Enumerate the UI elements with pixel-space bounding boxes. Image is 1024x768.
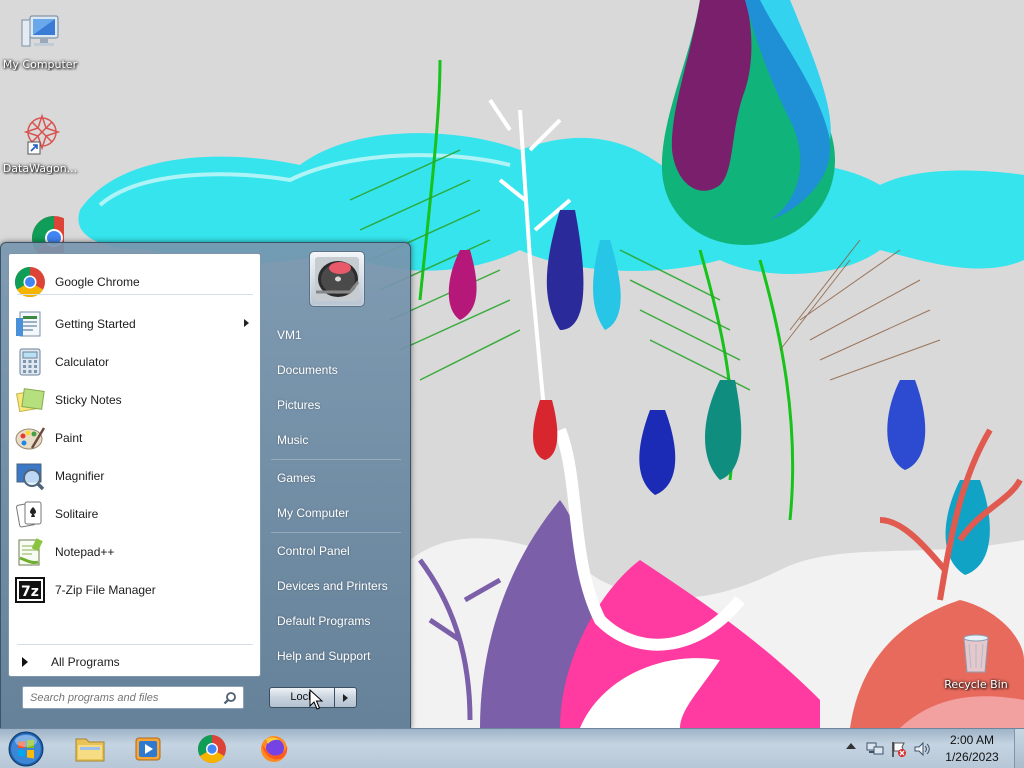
start-menu-programs-pane: Google Chrome Getting Started Calculator…	[8, 253, 261, 677]
start-item-label: 7-Zip File Manager	[55, 583, 156, 597]
taskbar-chrome-button[interactable]	[184, 731, 240, 767]
start-item-calculator[interactable]: Calculator	[12, 344, 257, 380]
right-item-user[interactable]: VM1	[269, 320, 401, 350]
desktop-icon-label: My Computer	[2, 58, 78, 71]
start-item-label: Solitaire	[55, 507, 99, 521]
start-item-notepadpp[interactable]: Notepad++	[12, 534, 257, 570]
datawagon-shortcut-icon	[16, 112, 64, 160]
right-item-pictures[interactable]: Pictures	[269, 390, 401, 420]
file-explorer-icon	[75, 738, 105, 762]
right-separator	[271, 459, 401, 460]
start-item-solitaire[interactable]: Solitaire	[12, 496, 257, 532]
right-item-devices-printers[interactable]: Devices and Printers	[269, 571, 401, 601]
show-hidden-icons-button[interactable]	[846, 743, 856, 749]
desktop-icon-datawagon[interactable]: DataWagon...	[0, 112, 80, 175]
start-item-label: Notepad++	[55, 545, 115, 559]
start-item-label: Paint	[55, 431, 83, 445]
right-item-help-support[interactable]: Help and Support	[269, 641, 401, 671]
firefox-icon	[261, 736, 288, 762]
notepadpp-icon	[14, 536, 46, 568]
desktop-icon-my-computer[interactable]: My Computer	[0, 8, 80, 71]
action-center-flag-icon[interactable]	[890, 740, 908, 758]
lock-button[interactable]: Lock	[269, 687, 335, 708]
start-search-box[interactable]	[22, 686, 244, 709]
taskbar-media-player-button[interactable]	[120, 731, 176, 767]
all-programs-button[interactable]: All Programs	[12, 650, 257, 674]
start-item-label: Magnifier	[55, 469, 105, 483]
desktop-icon-label: Recycle Bin	[944, 678, 1008, 691]
start-item-label: Sticky Notes	[55, 393, 122, 407]
all-programs-separator	[17, 644, 253, 645]
user-account-picture[interactable]	[309, 251, 365, 307]
svg-text:7z: 7z	[21, 584, 39, 600]
start-item-getting-started[interactable]: Getting Started	[12, 306, 257, 342]
media-player-icon	[135, 737, 161, 761]
pinned-separator	[17, 294, 253, 295]
start-item-7zip[interactable]: 7z 7-Zip File Manager	[12, 572, 257, 608]
network-icon[interactable]	[866, 740, 884, 758]
getting-started-icon	[14, 308, 46, 340]
calculator-icon	[14, 346, 46, 378]
play-arrow-icon	[22, 657, 28, 667]
start-orb-button[interactable]	[6, 730, 46, 768]
right-item-music[interactable]: Music	[269, 425, 401, 455]
sticky-notes-icon	[14, 384, 46, 416]
clock-date: 1/26/2023	[945, 750, 999, 764]
clock-time: 2:00 AM	[949, 733, 995, 747]
right-item-my-computer[interactable]: My Computer	[269, 498, 401, 528]
start-item-label: Calculator	[55, 355, 110, 369]
right-item-games[interactable]: Games	[269, 463, 401, 493]
desktop-icon-recycle-bin[interactable]: Recycle Bin	[936, 628, 1016, 691]
chevron-right-icon	[343, 694, 348, 702]
volume-icon[interactable]	[913, 740, 931, 758]
start-item-label: Google Chrome	[55, 275, 140, 289]
right-item-documents[interactable]: Documents	[269, 355, 401, 385]
shutdown-options-button[interactable]	[335, 687, 357, 708]
paint-icon	[14, 422, 46, 454]
7zip-icon: 7z	[14, 574, 46, 606]
start-item-magnifier[interactable]: Magnifier	[12, 458, 257, 494]
solitaire-icon	[14, 498, 46, 530]
start-item-sticky-notes[interactable]: Sticky Notes	[12, 382, 257, 418]
computer-icon	[16, 8, 64, 56]
recycle-bin-icon	[952, 628, 1000, 676]
submenu-arrow-icon[interactable]	[244, 319, 249, 327]
start-item-label: Getting Started	[55, 317, 136, 331]
right-item-default-programs[interactable]: Default Programs	[269, 606, 401, 636]
right-separator	[271, 532, 401, 533]
show-desktop-button[interactable]	[1014, 729, 1024, 768]
chrome-icon	[198, 735, 226, 763]
taskbar-clock[interactable]: 2:00 AM 1/26/2023	[934, 732, 1010, 766]
right-item-control-panel[interactable]: Control Panel	[269, 536, 401, 566]
taskbar: 2:00 AM 1/26/2023	[0, 728, 1024, 768]
desktop-icon-label: DataWagon...	[2, 162, 78, 175]
start-item-paint[interactable]: Paint	[12, 420, 257, 456]
taskbar-firefox-button[interactable]	[246, 731, 302, 767]
start-menu: Google Chrome Getting Started Calculator…	[0, 242, 411, 729]
magnifier-icon	[14, 460, 46, 492]
taskbar-file-explorer-button[interactable]	[62, 731, 118, 767]
mouse-cursor-icon	[309, 689, 323, 710]
search-icon[interactable]	[223, 691, 237, 705]
all-programs-label: All Programs	[51, 655, 120, 669]
search-input[interactable]	[23, 687, 213, 708]
